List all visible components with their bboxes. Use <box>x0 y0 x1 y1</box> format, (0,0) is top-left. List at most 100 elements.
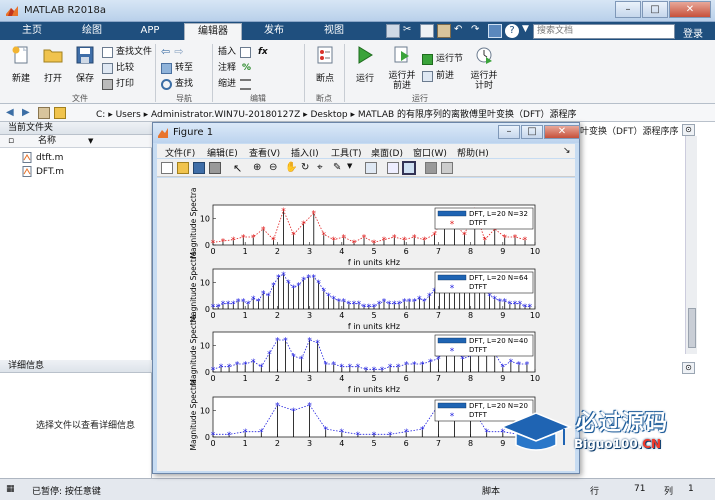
dtft-marker: * <box>267 350 272 360</box>
quick-cut-icon[interactable]: ✂ <box>403 24 417 38</box>
menu-dock-icon[interactable]: ↘ <box>563 146 571 156</box>
link-plot-icon[interactable] <box>365 162 377 174</box>
breadcrumb-item[interactable]: Users <box>116 110 141 120</box>
hide-plot-tools-icon[interactable] <box>425 162 437 174</box>
fx-button[interactable]: fx <box>258 46 268 58</box>
breakpoints-button[interactable]: 断点 <box>308 45 342 84</box>
find-files-button[interactable]: 查找文件 <box>102 46 152 58</box>
quick-paste-icon[interactable] <box>437 24 451 38</box>
quick-switch-icon[interactable] <box>488 24 502 38</box>
zoom-out-icon[interactable]: ⊖ <box>269 162 281 174</box>
run-and-advance-button[interactable]: 运行并 前进 <box>384 45 420 91</box>
menu-desktop[interactable]: 桌面(D) <box>371 146 403 159</box>
rotate-3d-icon[interactable]: ↻ <box>301 162 313 174</box>
quick-undo-icon[interactable]: ↶ <box>454 24 468 38</box>
brush-icon[interactable]: ✎ <box>333 162 345 174</box>
run-section-icon <box>422 53 433 65</box>
menu-view[interactable]: 查看(V) <box>249 146 280 159</box>
breadcrumb-item[interactable]: MATLAB 的有限序列的离散傅里叶变换（DFT）源程序 <box>358 110 577 120</box>
figure-close-button[interactable]: ✕ <box>544 125 580 139</box>
file-item[interactable]: dtft.m <box>22 152 63 163</box>
file-item[interactable]: DFT.m <box>22 166 64 177</box>
run-label: 运行 <box>355 74 374 84</box>
print-button[interactable]: 打印 <box>102 78 134 90</box>
tab-publish[interactable]: 发布 <box>252 23 296 40</box>
goto-button[interactable]: 转至 <box>161 62 193 74</box>
panel-menu-button[interactable]: ⊙ <box>682 124 695 136</box>
m-file-icon <box>22 166 32 177</box>
comment-button[interactable]: 注释 % <box>218 62 251 74</box>
y-tick-label: 10 <box>200 214 210 223</box>
zoom-in-icon[interactable]: ⊕ <box>253 162 265 174</box>
dtft-marker: * <box>259 428 264 438</box>
new-figure-icon[interactable] <box>161 162 173 174</box>
open-file-icon[interactable] <box>177 162 189 174</box>
forward-nav-icon[interactable]: ▶ <box>22 107 34 119</box>
up-folder-icon[interactable] <box>38 107 50 119</box>
edit-plot-arrow-icon[interactable]: ↖ <box>233 162 245 175</box>
breadcrumb-item[interactable]: Desktop <box>311 110 348 120</box>
find-button[interactable]: 查找 <box>161 78 193 90</box>
breadcrumb-item[interactable]: C: <box>96 110 105 120</box>
editor-scrollbar[interactable] <box>685 136 697 354</box>
x-tick-label: 4 <box>339 374 344 383</box>
insert-button[interactable]: 插入 <box>218 46 254 58</box>
quick-save-icon[interactable] <box>386 24 400 38</box>
open-button[interactable]: 打开 <box>36 45 70 84</box>
insert-colorbar-icon[interactable] <box>387 162 399 174</box>
dtft-marker: * <box>227 431 232 441</box>
indent-button[interactable]: 缩进 <box>218 78 254 90</box>
save-figure-icon[interactable] <box>193 162 205 174</box>
back-nav-icon[interactable]: ◀ <box>6 107 18 119</box>
figure-title-bar[interactable]: Figure 1 – □ ✕ <box>153 123 580 143</box>
group-label-run: 运行 <box>412 94 428 103</box>
x-tick-label: 6 <box>404 247 409 256</box>
menu-help[interactable]: 帮助(H) <box>457 146 489 159</box>
pan-hand-icon[interactable]: ✋ <box>285 162 297 174</box>
percent-icon: % <box>242 63 252 73</box>
dtft-marker: * <box>241 234 246 244</box>
breadcrumb-item[interactable]: Administrator.WIN7U-20180127Z <box>151 110 300 120</box>
minimize-button[interactable]: – <box>615 1 641 18</box>
scrollbar-thumb[interactable] <box>688 308 696 348</box>
run-button[interactable]: 运行 <box>348 45 382 84</box>
save-button[interactable]: 保存 <box>68 45 102 84</box>
menu-edit[interactable]: 编辑(E) <box>207 146 238 159</box>
figure-maximize-button[interactable]: □ <box>521 125 543 139</box>
tab-view[interactable]: 视图 <box>312 23 356 40</box>
quick-redo-icon[interactable]: ↷ <box>471 24 485 38</box>
new-button[interactable]: 新建 <box>4 45 38 84</box>
menu-window[interactable]: 窗口(W) <box>413 146 447 159</box>
figure-minimize-button[interactable]: – <box>498 125 520 139</box>
maximize-button[interactable]: □ <box>642 1 668 18</box>
menu-file[interactable]: 文件(F) <box>165 146 195 159</box>
insert-legend-icon[interactable] <box>402 161 416 175</box>
tab-apps[interactable]: APP <box>128 23 172 40</box>
brush-dropdown-icon[interactable]: ▼ <box>347 162 359 174</box>
quick-copy-icon[interactable] <box>420 24 434 38</box>
run-and-time-button[interactable]: 运行并 计时 <box>466 45 502 91</box>
tab-plots[interactable]: 绘图 <box>72 23 112 40</box>
data-cursor-icon[interactable]: ⌖ <box>317 162 329 174</box>
run-section-button[interactable]: 运行节 <box>422 53 463 65</box>
panel-menu-button-2[interactable]: ⊙ <box>682 362 695 374</box>
dtft-marker: * <box>341 234 346 244</box>
show-plot-tools-icon[interactable] <box>441 162 453 174</box>
group-divider <box>155 44 156 102</box>
dtft-marker: * <box>501 363 506 373</box>
quick-help-icon[interactable]: ? <box>505 24 519 38</box>
tab-editor[interactable]: 编辑器 <box>184 23 242 40</box>
browse-folder-icon[interactable] <box>54 107 66 119</box>
login-link[interactable]: 登录 <box>683 25 703 40</box>
close-button[interactable]: ✕ <box>669 1 711 18</box>
menu-tools[interactable]: 工具(T) <box>331 146 362 159</box>
menu-insert[interactable]: 插入(I) <box>291 146 319 159</box>
advance-button[interactable]: 前进 <box>422 70 454 82</box>
tab-home[interactable]: 主页 <box>12 23 52 40</box>
print-figure-icon[interactable] <box>209 162 221 174</box>
compare-button[interactable]: 比较 <box>102 62 134 74</box>
find-files-icon <box>102 46 113 58</box>
file-list-header[interactable]: ▫ 名称 ▼ <box>0 135 152 148</box>
search-input[interactable]: 搜索文档 <box>533 24 675 39</box>
back-forward-buttons[interactable]: ⇦ ⇨ <box>161 46 183 58</box>
